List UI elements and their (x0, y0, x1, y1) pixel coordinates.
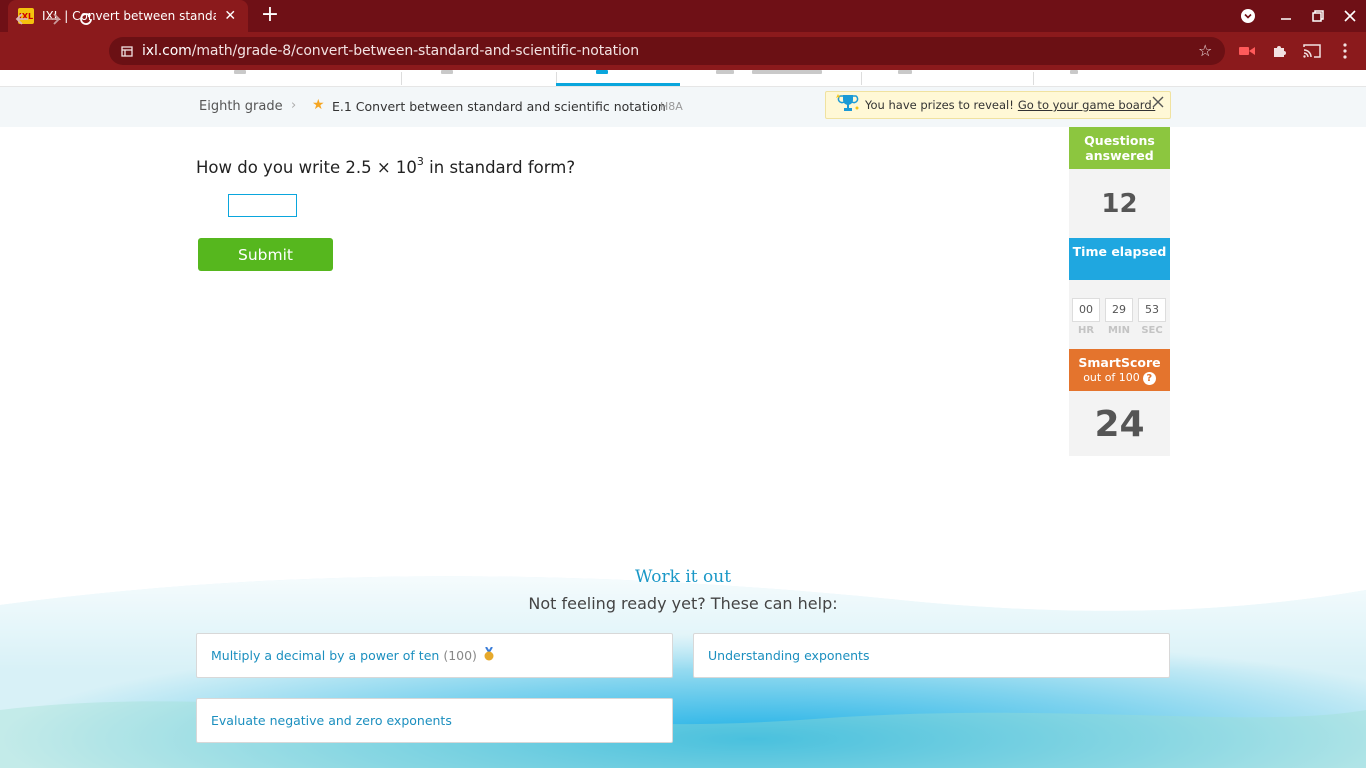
smartscore-sublabel: out of 100? (1069, 370, 1170, 385)
new-tab-button[interactable]: + (258, 4, 282, 28)
ixl-top-nav (0, 70, 1366, 87)
nav-icon-analytics[interactable] (716, 70, 734, 74)
site-info-icon[interactable] (120, 44, 134, 58)
url-host: ixl.com (142, 43, 192, 59)
extension-record-icon[interactable] (1237, 41, 1257, 61)
time-elapsed-header: Time elapsed (1069, 238, 1170, 280)
chevron-right-icon: › (291, 98, 297, 113)
star-icon: ★ (312, 97, 325, 113)
medal-icon (483, 645, 495, 665)
nav-active-indicator (556, 83, 680, 86)
forward-arrow-icon[interactable] (40, 5, 68, 33)
tab-title: IXL | Convert between standard a (42, 9, 217, 23)
smartscore-out-of: out of 100 (1083, 371, 1140, 384)
prize-message: You have prizes to reveal! Go to your gam… (865, 98, 1155, 112)
work-it-out-title: Work it out (634, 567, 732, 587)
tab-search-icon[interactable] (1232, 0, 1264, 32)
back-arrow-icon[interactable] (8, 5, 36, 33)
help-icon[interactable]: ? (1142, 371, 1156, 385)
help-card-label: Multiply a decimal by a power of ten (211, 648, 440, 663)
game-board-link[interactable]: Go to your game board. (1018, 98, 1155, 112)
tab-close-icon[interactable]: ✕ (222, 8, 238, 24)
trophy-icon (836, 93, 860, 118)
prize-text: You have prizes to reveal! (865, 98, 1014, 112)
seconds-label: SEC (1141, 325, 1163, 336)
questions-answered-value: 12 (1101, 189, 1138, 219)
url-path: /math/grade-8/convert-between-standard-a… (191, 43, 640, 59)
minimize-icon[interactable] (1270, 0, 1302, 32)
help-card-multiply-decimal[interactable]: Multiply a decimal by a power of ten (10… (196, 633, 673, 678)
bookmark-star-icon[interactable]: ☆ (1198, 41, 1212, 60)
skill-code: H8A (660, 100, 683, 113)
nav-label-stub (752, 70, 822, 74)
time-hours: 00 (1072, 298, 1100, 322)
nav-icon-assessment[interactable] (441, 70, 453, 74)
question-exponent: 3 (416, 155, 424, 168)
hours-label: HR (1077, 325, 1095, 336)
work-it-out-subtitle: Not feeling ready yet? These can help: (528, 594, 838, 613)
nav-divider (1033, 72, 1034, 85)
help-card-negative-zero-exponents[interactable]: Evaluate negative and zero exponents (196, 698, 673, 743)
reload-icon[interactable] (72, 5, 100, 33)
url-text[interactable]: ixl.com/math/grade-8/convert-between-sta… (142, 43, 639, 59)
question-text: How do you write 2.5 × 103 in standard f… (196, 155, 576, 177)
skill-title: E.1 Convert between standard and scienti… (332, 99, 666, 114)
minutes-label: MIN (1107, 325, 1131, 336)
help-card-label: Evaluate negative and zero exponents (211, 713, 452, 728)
smartscore-label: SmartScore (1078, 355, 1161, 370)
smartscore-header: SmartScore out of 100? (1069, 349, 1170, 391)
help-card-score: (100) (443, 648, 477, 663)
answer-input[interactable] (228, 194, 297, 217)
question-prefix: How do you write 2.5 × 10 (196, 158, 417, 177)
help-card-label: Understanding exponents (708, 648, 870, 663)
help-card-understanding-exponents[interactable]: Understanding exponents (693, 633, 1170, 678)
cast-icon[interactable] (1302, 41, 1322, 61)
restore-icon[interactable] (1302, 0, 1334, 32)
browser-menu-icon[interactable] (1335, 41, 1355, 61)
breadcrumb-grade-link[interactable]: Eighth grade (199, 99, 283, 114)
time-minutes: 29 (1105, 298, 1133, 322)
nav-divider (861, 72, 862, 85)
close-window-icon[interactable] (1334, 0, 1366, 32)
nav-icon-learning[interactable] (234, 70, 246, 74)
close-icon[interactable] (1152, 96, 1164, 112)
nav-divider (401, 72, 402, 85)
nav-icon-awards[interactable] (898, 70, 912, 74)
submit-button[interactable]: Submit (198, 238, 333, 271)
nav-icon-skills[interactable] (596, 70, 608, 74)
nav-icon-more[interactable] (1070, 70, 1078, 74)
questions-answered-header: Questions answered (1069, 127, 1170, 169)
time-seconds: 53 (1138, 298, 1166, 322)
question-suffix: in standard form? (423, 158, 576, 177)
smartscore-value: 24 (1094, 404, 1145, 445)
extensions-puzzle-icon[interactable] (1270, 41, 1290, 61)
